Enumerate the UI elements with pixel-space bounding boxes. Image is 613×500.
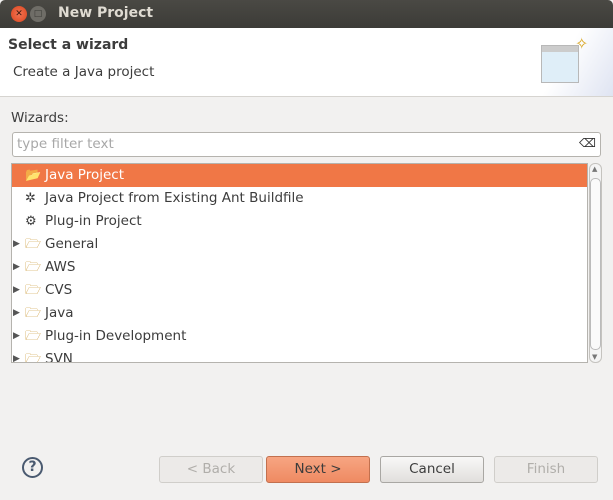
- expand-arrow-icon[interactable]: ▶: [13, 233, 20, 256]
- expand-arrow-icon[interactable]: ▶: [13, 348, 20, 362]
- tree-item[interactable]: ▶ 🗁 Plug-in Development: [12, 325, 587, 348]
- tree-item-label: Java Project: [45, 167, 124, 183]
- folder-icon: 🗁: [25, 237, 42, 252]
- scroll-up-icon[interactable]: ▲: [592, 165, 597, 173]
- expand-arrow-icon[interactable]: ▶: [13, 279, 20, 302]
- expand-arrow-icon[interactable]: ▶: [13, 302, 20, 325]
- page-description: Create a Java project: [13, 64, 155, 80]
- expand-arrow-icon[interactable]: ▶: [13, 325, 20, 348]
- tree-item[interactable]: ▶ 🗁 AWS: [12, 256, 587, 279]
- tree-item[interactable]: ▶ 🗁 Java: [12, 302, 587, 325]
- folder-icon: 🗁: [25, 306, 42, 321]
- scrollbar[interactable]: ▲ ▼: [589, 163, 602, 363]
- tree-item[interactable]: ▶ 🗁 General: [12, 233, 587, 256]
- folder-icon: 🗁: [25, 260, 42, 275]
- clear-icon[interactable]: ⌫: [579, 136, 596, 150]
- tree-item-label: General: [45, 236, 99, 252]
- tree-item-label: SVN: [45, 351, 73, 363]
- back-button[interactable]: < Back: [159, 456, 263, 483]
- tree-item-label: Plug-in Development: [45, 328, 187, 344]
- folder-icon: 🗁: [25, 329, 42, 344]
- cancel-button[interactable]: Cancel: [380, 456, 484, 483]
- expand-arrow-icon[interactable]: ▶: [13, 256, 20, 279]
- scroll-down-icon[interactable]: ▼: [592, 353, 597, 361]
- finish-button[interactable]: Finish: [494, 456, 598, 483]
- wizard-banner-icon: ✧: [533, 28, 613, 96]
- tree-item-label: CVS: [45, 282, 73, 298]
- wizard-tree: 📂 Java Project ✲ Java Project from Existing…: [11, 163, 588, 363]
- tree-item-label: AWS: [45, 259, 76, 275]
- filter-field[interactable]: ⌫: [12, 132, 601, 157]
- title-bar: ✕ □ New Project: [0, 0, 613, 28]
- tree-item-label: Java: [45, 305, 74, 321]
- wizards-label: Wizards:: [11, 110, 69, 126]
- tree-item[interactable]: ▶ 🗁 CVS: [12, 279, 587, 302]
- tree-item[interactable]: ▶ 🗁 SVN: [12, 348, 587, 363]
- tree-item[interactable]: ✲ Java Project from Existing Ant Buildfil…: [12, 187, 587, 210]
- tree-item-label: Java Project from Existing Ant Buildfile: [45, 190, 304, 206]
- help-icon[interactable]: ?: [22, 457, 43, 478]
- close-button[interactable]: ✕: [11, 6, 27, 22]
- tree-item-label: Plug-in Project: [45, 213, 142, 229]
- folder-icon: 🗁: [25, 352, 42, 363]
- next-button[interactable]: Next >: [266, 456, 370, 483]
- maximize-button[interactable]: □: [30, 6, 46, 22]
- plugin-project-icon: ⚙: [25, 214, 37, 229]
- tree-item[interactable]: 📂 Java Project: [12, 164, 587, 187]
- folder-icon: 🗁: [25, 283, 42, 298]
- wizard-header: Select a wizard Create a Java project ✧: [0, 28, 613, 97]
- tree-item[interactable]: ⚙ Plug-in Project: [12, 210, 587, 233]
- window-title: New Project: [58, 5, 154, 21]
- java-project-icon: 📂: [25, 168, 42, 183]
- ant-icon: ✲: [25, 191, 36, 206]
- filter-input[interactable]: [17, 133, 567, 155]
- scrollbar-thumb[interactable]: [590, 178, 601, 350]
- page-title: Select a wizard: [8, 37, 129, 53]
